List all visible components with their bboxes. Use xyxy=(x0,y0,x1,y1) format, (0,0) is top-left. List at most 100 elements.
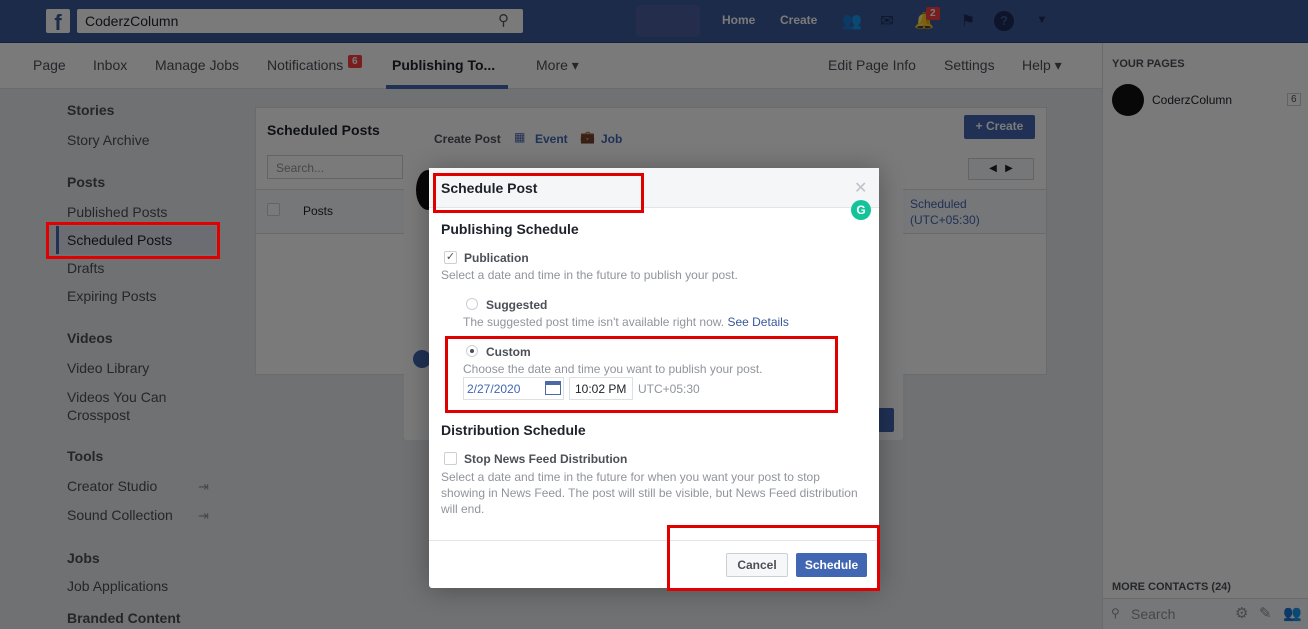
briefcase-icon: 💼 xyxy=(580,130,595,144)
chat-search-bar[interactable]: ⚲ Search ⚙ ✎ 👥 xyxy=(1103,598,1308,629)
time-value: 10:02 PM xyxy=(575,382,627,396)
tab-page[interactable]: Page xyxy=(33,57,66,73)
publication-checkbox[interactable]: ✓ xyxy=(444,251,457,264)
sidebar-heading-jobs: Jobs xyxy=(67,550,100,566)
contacts-icon[interactable]: 👥 xyxy=(1283,604,1302,622)
your-pages-heading: YOUR PAGES xyxy=(1112,58,1185,70)
panel-title: Scheduled Posts xyxy=(267,122,380,138)
tab-notifications[interactable]: Notifications xyxy=(267,57,343,73)
search-icon[interactable]: ⚲ xyxy=(498,11,509,29)
tab-inbox[interactable]: Inbox xyxy=(93,57,127,73)
chat-search-input[interactable]: Search xyxy=(1131,606,1175,622)
create-link[interactable]: Create xyxy=(780,13,817,27)
date-input[interactable]: 2/27/2020 xyxy=(463,377,564,400)
select-all-checkbox[interactable] xyxy=(267,203,280,216)
sidebar-item-sound-collection[interactable]: Sound Collection xyxy=(67,507,173,523)
sidebar-item-creator-studio[interactable]: Creator Studio xyxy=(67,478,157,494)
panel-search-input[interactable]: Search... xyxy=(267,155,403,179)
suggested-radio[interactable] xyxy=(466,298,478,310)
more-contacts-heading: MORE CONTACTS (24) xyxy=(1112,581,1231,593)
sidebar-item-story-archive[interactable]: Story Archive xyxy=(67,132,149,148)
sidebar-heading-stories: Stories xyxy=(67,102,115,118)
col-scheduled[interactable]: Scheduled xyxy=(910,197,967,211)
sidebar-item-video-library[interactable]: Video Library xyxy=(67,360,149,376)
calendar-icon: ▦ xyxy=(514,130,526,144)
search-icon: ⚲ xyxy=(1111,606,1120,620)
tab-publishing-tools[interactable]: Publishing To... xyxy=(392,57,495,73)
custom-description: Choose the date and time you want to pub… xyxy=(463,362,763,376)
close-icon[interactable]: ✕ xyxy=(854,178,867,198)
publishing-schedule-heading: Publishing Schedule xyxy=(441,221,579,237)
grammarly-icon[interactable]: G xyxy=(851,200,871,220)
see-details-link[interactable]: See Details xyxy=(727,315,788,329)
time-input[interactable]: 10:02 PM xyxy=(569,377,633,400)
help-icon[interactable]: ? xyxy=(994,11,1014,31)
external-link-icon: ⇥ xyxy=(198,508,209,523)
edit-page-info-link[interactable]: Edit Page Info xyxy=(828,57,916,73)
sidebar-heading-branded-content: Branded Content xyxy=(67,610,181,626)
calendar-icon[interactable] xyxy=(545,381,561,395)
date-value: 2/27/2020 xyxy=(467,382,521,396)
suggested-description: The suggested post time isn't available … xyxy=(463,315,789,329)
top-bar: f CoderzColumn ⚲ Home Create 👥 ✉ 🔔 2 ⚑ ? … xyxy=(0,0,1308,43)
tab-manage-jobs[interactable]: Manage Jobs xyxy=(155,57,239,73)
notifications-badge: 2 xyxy=(926,7,940,20)
publication-label: Publication xyxy=(464,251,529,265)
col-posts: Posts xyxy=(303,204,334,218)
compose-icon[interactable]: ✎ xyxy=(1259,604,1272,622)
suggested-text: The suggested post time isn't available … xyxy=(463,315,725,329)
page-name-link[interactable]: CoderzColumn xyxy=(1152,93,1232,107)
search-value: CoderzColumn xyxy=(85,13,179,29)
custom-radio[interactable] xyxy=(466,345,478,357)
messenger-icon[interactable]: ✉ xyxy=(877,11,897,31)
schedule-post-dialog: Schedule Post ✕ G Publishing Schedule ✓ … xyxy=(429,168,880,591)
sidebar-heading-posts: Posts xyxy=(67,174,106,190)
sidebar-item-expiring-posts[interactable]: Expiring Posts xyxy=(67,288,156,304)
home-link[interactable]: Home xyxy=(722,13,755,27)
active-tab-indicator xyxy=(386,85,508,89)
search-input[interactable]: CoderzColumn ⚲ xyxy=(77,9,523,33)
sidebar-item-scheduled-posts[interactable]: Scheduled Posts xyxy=(56,226,216,254)
sidebar-item-label: Scheduled Posts xyxy=(67,232,173,248)
schedule-button[interactable]: Schedule xyxy=(796,553,867,577)
facebook-logo-icon[interactable]: f xyxy=(46,9,70,35)
external-link-icon: ⇥ xyxy=(198,479,209,494)
distribution-schedule-heading: Distribution Schedule xyxy=(441,422,586,438)
cancel-button[interactable]: Cancel xyxy=(726,553,788,577)
help-link[interactable]: Help ▾ xyxy=(1022,57,1062,74)
tab-job[interactable]: Job xyxy=(601,132,622,146)
col-timezone: (UTC+05:30) xyxy=(910,213,980,227)
create-button[interactable]: + Create xyxy=(964,115,1035,139)
stop-distribution-description: Select a date and time in the future for… xyxy=(441,470,858,516)
footer-divider xyxy=(429,540,879,541)
radio-dot xyxy=(470,349,474,353)
page-nav: Page Inbox Manage Jobs Notifications 6 P… xyxy=(0,43,1102,89)
timezone-label: UTC+05:30 xyxy=(638,382,700,396)
gear-icon[interactable]: ⚙ xyxy=(1235,604,1248,622)
pager-buttons[interactable]: ◀ ▶ xyxy=(968,158,1034,180)
sidebar-item-published-posts[interactable]: Published Posts xyxy=(67,204,167,220)
friends-icon[interactable]: 👥 xyxy=(842,11,862,31)
custom-label: Custom xyxy=(486,345,531,359)
stop-distribution-label: Stop News Feed Distribution xyxy=(464,452,628,466)
publication-description: Select a date and time in the future to … xyxy=(441,268,738,282)
notifications-count-badge: 6 xyxy=(348,55,362,68)
tab-more[interactable]: More ▾ xyxy=(536,57,579,74)
settings-link[interactable]: Settings xyxy=(944,57,995,73)
page-avatar[interactable] xyxy=(1112,84,1144,116)
sidebar-heading-videos: Videos xyxy=(67,330,113,346)
tab-event[interactable]: Event xyxy=(535,132,568,146)
tab-create-post[interactable]: Create Post xyxy=(434,132,501,146)
stop-distribution-checkbox[interactable] xyxy=(444,452,457,465)
dialog-title: Schedule Post xyxy=(441,180,538,196)
dialog-header: Schedule Post ✕ xyxy=(429,168,879,208)
sidebar-item-drafts[interactable]: Drafts xyxy=(67,260,104,276)
page-count-badge: 6 xyxy=(1287,93,1301,106)
profile-avatar[interactable] xyxy=(636,5,700,37)
right-column: YOUR PAGES CoderzColumn 6 MORE CONTACTS … xyxy=(1102,43,1308,629)
suggested-label: Suggested xyxy=(486,298,548,312)
sidebar-item-crosspost[interactable]: Videos You Can Crosspost xyxy=(67,388,187,424)
sidebar-item-job-applications[interactable]: Job Applications xyxy=(67,578,168,594)
chevron-down-icon[interactable]: ▼ xyxy=(1032,14,1052,34)
community-icon[interactable]: ⚑ xyxy=(958,11,978,31)
